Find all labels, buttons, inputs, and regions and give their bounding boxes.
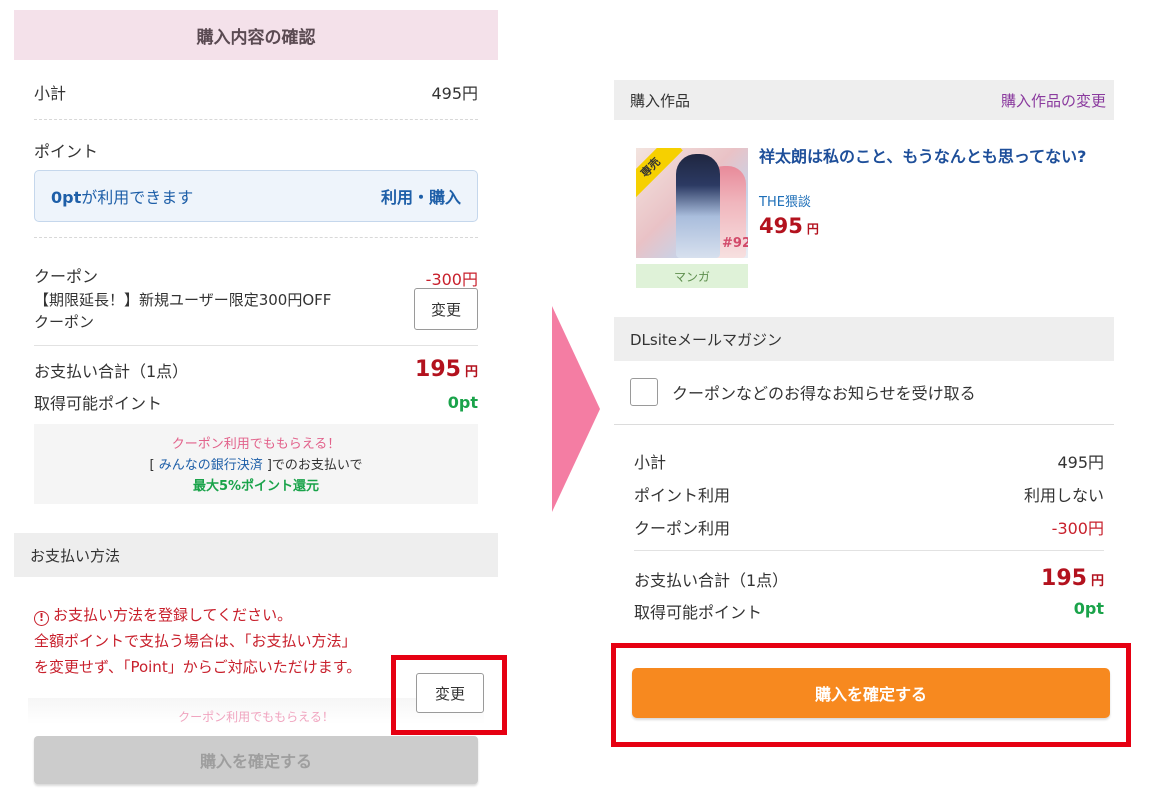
divider [34,345,478,346]
product-thumbnail[interactable]: #92 専売 [636,148,748,258]
divider [34,119,478,120]
summary-earned-row: 取得可能ポイント 0pt [634,599,1104,622]
product-price: 495 円 [759,214,819,238]
summary-coupon-row: クーポン利用 -300円 [634,519,1104,538]
page-title: 購入内容の確認 [14,10,498,60]
subtotal-row: 小計 495円 [34,80,478,104]
promo-line2: [ みんなの銀行決済 ]でのお支払いで [149,458,363,473]
payment-warning: ! お支払い方法を登録してください。 全額ポイントで支払う場合は、「お支払い方法」… [34,606,362,676]
product-section-header: 購入作品 購入作品の変更 [614,80,1114,120]
earned-points-row: 取得可能ポイント 0pt [34,390,478,414]
confirm-purchase-button[interactable]: 購入を確定する [632,668,1110,718]
divider [34,237,478,238]
subtotal-label: 小計 [34,84,67,103]
newsletter-checkbox-label[interactable]: クーポンなどのお得なお知らせを受け取る [672,380,976,404]
divider [614,424,1114,425]
total-row: お支払い合計（1点） 195 円 [34,357,478,382]
confirm-purchase-button-disabled[interactable]: 購入を確定する [34,736,478,784]
total-label: お支払い合計（1点） [34,361,189,381]
genre-tag: マンガ [636,264,748,288]
summary-subtotal-row: 小計 495円 [634,453,1104,472]
coupon-change-button[interactable]: 変更 [414,288,478,330]
earned-points-label: 取得可能ポイント [34,394,163,413]
arrow-right-icon [552,306,600,512]
promo-line1: クーポン利用でももらえる！ [171,437,341,452]
product-section-label: 購入作品 [630,91,691,110]
points-box: 0ptが利用できます 利用・購入 [34,170,478,222]
coupon-name: 【期限延長！】新規ユーザー限定300円OFF クーポン [34,291,332,331]
left-panel: 購入内容の確認 小計 495円 ポイント 0ptが利用できます 利用・購入 クー… [14,10,507,800]
payment-method-section: お支払い方法 [14,533,498,577]
points-use-link[interactable]: 利用・購入 [381,184,461,208]
product-title[interactable]: 祥太朗は私のこと、もうなんとも思ってない? [759,148,1099,165]
summary-point-row: ポイント利用 利用しない [634,486,1104,505]
earned-points-value: 0pt [447,392,478,412]
points-label: ポイント [34,142,99,161]
summary-total-row: お支払い合計（1点） 195 円 [634,566,1104,591]
coupon-header: クーポン -300円 [34,260,478,290]
summary-total-label: お支払い合計（1点） [634,570,789,590]
product-author[interactable]: THE猥談 [759,191,811,210]
alert-icon: ! [34,611,49,626]
subtotal-value: 495円 [431,84,478,103]
bank-payment-link[interactable]: みんなの銀行決済 [159,458,263,473]
payment-change-button[interactable]: 変更 [416,673,484,713]
right-panel: 購入作品 購入作品の変更 #92 専売 マンガ 祥太朗は私のこと、もうなんとも思… [611,80,1131,800]
promo-banner: クーポン利用でももらえる！ [ みんなの銀行決済 ]でのお支払いで 最大5%ポイ… [34,424,478,504]
total-amount: 195 円 [415,357,478,382]
volume-label: #92 [722,236,748,251]
newsletter-section-header: DLsiteメールマガジン [614,317,1114,361]
change-product-link[interactable]: 購入作品の変更 [1001,90,1106,111]
promo-line3: 最大5%ポイント還元 [192,479,320,494]
coupon-label: クーポン [34,267,99,286]
newsletter-checkbox[interactable] [630,378,658,406]
coupon-discount: -300円 [425,270,478,289]
newsletter-label: DLsiteメールマガジン [630,330,783,349]
points-available-text: 0ptが利用できます [51,188,194,207]
divider [634,550,1104,551]
summary-total-amount: 195 円 [1041,566,1104,591]
